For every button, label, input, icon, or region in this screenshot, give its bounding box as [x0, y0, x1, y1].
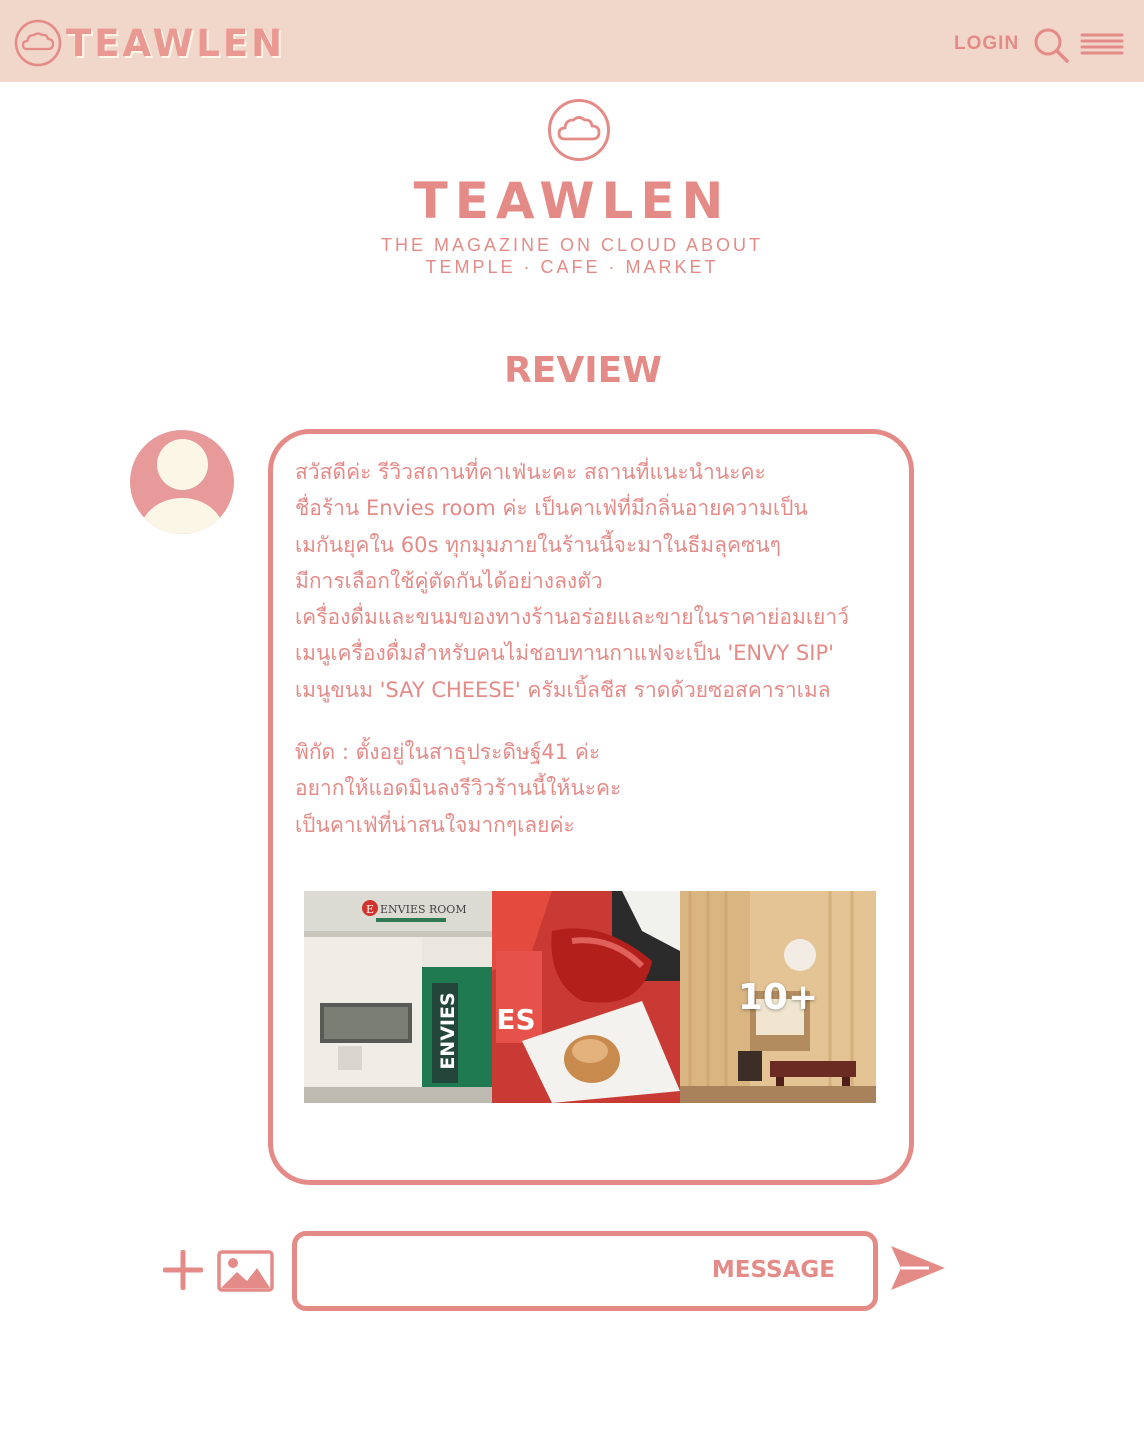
review-line: ชื่อร้าน Envies room ค่ะ เป็นคาเฟ่ที่มีก…	[295, 496, 808, 521]
photo-storefront[interactable]: E ENVIES ROOM ENVIES	[304, 891, 492, 1103]
photo-interior-more[interactable]: 10+	[680, 891, 876, 1103]
location-line: อยากให้แอดมินลงรีวิวร้านนี้ให้นะคะ	[295, 776, 622, 801]
magazine-title: TEAWLEN	[413, 172, 731, 230]
user-avatar[interactable]	[130, 430, 234, 534]
cloud-logo-icon	[548, 99, 610, 161]
top-navigation-bar: TEAWLEN LOGIN	[0, 0, 1144, 82]
plus-icon[interactable]	[163, 1250, 203, 1290]
location-line: เป็นคาเฟ่ที่น่าสนใจมากๆเลยค่ะ	[295, 812, 575, 837]
review-message-bubble: สวัสดีค่ะ รีวิวสถานที่คาเฟ่นะคะ สถานที่แ…	[268, 429, 914, 1185]
hamburger-menu-icon[interactable]	[1080, 32, 1124, 56]
send-icon[interactable]	[889, 1244, 947, 1292]
image-icon[interactable]	[217, 1250, 274, 1292]
brand-name: TEAWLEN	[66, 21, 286, 65]
door-text: ENVIES	[437, 992, 459, 1069]
review-text: สวัสดีค่ะ รีวิวสถานที่คาเฟ่นะคะ สถานที่แ…	[295, 454, 900, 843]
section-title: REVIEW	[504, 350, 662, 391]
svg-text:E: E	[366, 903, 374, 916]
magazine-categories: TEMPLE · CAFE · MARKET	[425, 257, 719, 277]
photo-drink-dessert[interactable]: ES	[492, 891, 680, 1103]
review-line: สวัสดีค่ะ รีวิวสถานที่คาเฟ่นะคะ สถานที่แ…	[295, 460, 766, 484]
review-line: เมกันยุคใน 60s ทุกมุมภายในร้านนี้จะมาในธ…	[295, 532, 781, 557]
search-icon[interactable]	[1032, 26, 1070, 64]
review-line: เมนูขนม 'SAY CHEESE' ครัมเบิ้ลชีส ราดด้ว…	[295, 677, 831, 702]
location-line: พิกัด : ตั้งอยู่ในสาธุประดิษฐ์41 ค่ะ	[295, 740, 601, 765]
brand-link[interactable]: TEAWLEN	[14, 19, 285, 67]
cloud-logo-icon	[14, 19, 62, 67]
message-composer: MESSAGE	[292, 1231, 878, 1311]
more-photos-count: 10+	[737, 976, 819, 1018]
magazine-tagline: THE MAGAZINE ON CLOUD ABOUT	[380, 235, 764, 255]
photo-gallery: E ENVIES ROOM ENVIES ES 10+	[304, 891, 876, 1103]
message-input[interactable]	[297, 1236, 833, 1306]
review-line: เมนูเครื่องดื่มสำหรับคนไม่ชอบทานกาแฟจะเป…	[295, 641, 834, 666]
review-line: มีการเลือกใช้คู่ตัดกันได้อย่างลงตัว	[295, 568, 603, 593]
shop-sign-text: ENVIES ROOM	[380, 903, 467, 916]
cup-text: ES	[496, 1003, 535, 1036]
review-line: เครื่องดื่มและขนมของทางร้านอร่อยและขายใน…	[295, 605, 849, 630]
login-link[interactable]: LOGIN	[954, 33, 1019, 55]
